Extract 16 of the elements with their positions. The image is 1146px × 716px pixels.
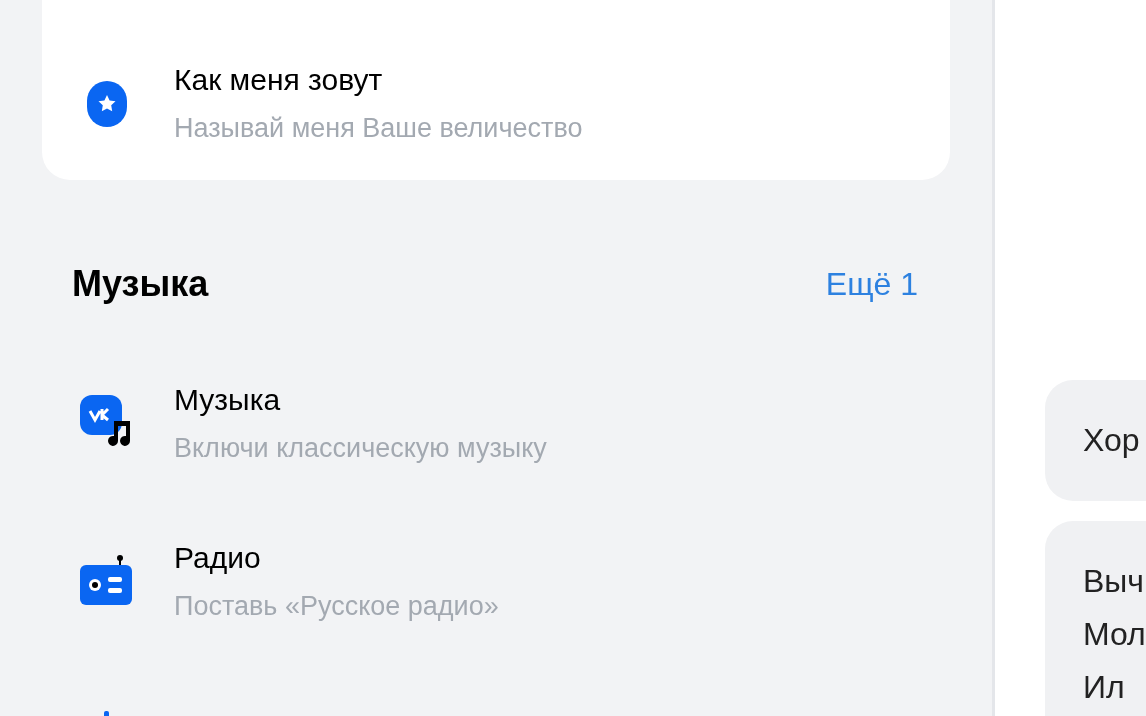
item-subtitle: Включи классическую музыку — [174, 432, 547, 465]
message-text: Ил — [1083, 668, 1126, 707]
item-title: Радио — [174, 540, 262, 576]
message-text: Мол — [1083, 615, 1146, 654]
item-subtitle: Называй меня Ваше величество — [174, 112, 583, 145]
menu-item[interactable]: Музыка Включи классическую музыку — [0, 360, 992, 518]
radio-icon — [80, 553, 132, 605]
message-text: Хор — [1083, 421, 1141, 460]
more-link[interactable]: Ещё 1 — [825, 262, 918, 306]
item-title: Музыка — [174, 382, 282, 418]
item-title: Как меня зовут — [174, 62, 384, 98]
menu-item[interactable]: Радио Поставь «Русское радио» — [0, 518, 992, 676]
section-heading: Музыка — [72, 262, 209, 306]
message-text: Выч — [1083, 562, 1145, 601]
star-badge-icon — [86, 80, 128, 128]
item-subtitle: Поставь «Русское радио» — [174, 590, 499, 623]
